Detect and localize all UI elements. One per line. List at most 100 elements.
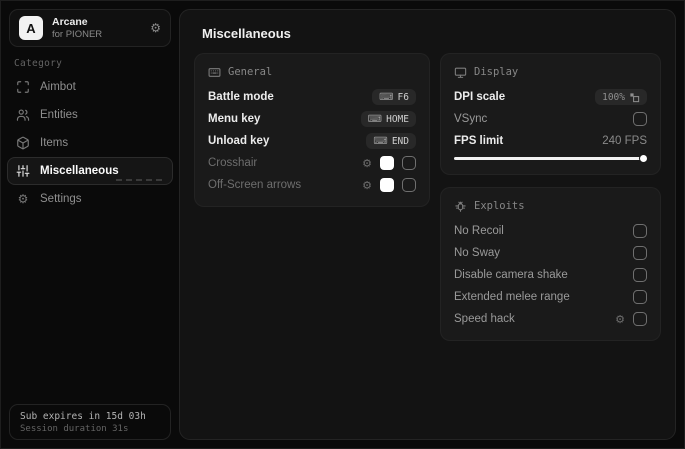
setting-label: DPI scale xyxy=(454,91,506,103)
setting-row-dpi-scale: DPI scale 100% xyxy=(454,86,647,108)
app-meta: Arcane for PIONER xyxy=(52,16,141,41)
keyboard-icon: ⌨ xyxy=(373,135,388,147)
keybind-badge[interactable]: ⌨ END xyxy=(366,133,416,149)
setting-label: Extended melee range xyxy=(454,291,570,303)
keyboard-icon: ⌨ xyxy=(367,113,383,125)
main-panel: Miscellaneous General Battle mode ⌨ F6 M… xyxy=(179,9,676,440)
page-title: Miscellaneous xyxy=(202,26,291,41)
dpi-scale-badge[interactable]: 100% xyxy=(595,89,647,105)
exploits-panel: Exploits No Recoil No Sway Disable camer… xyxy=(440,187,661,341)
sidebar-item-items[interactable]: Items xyxy=(7,129,173,157)
checkbox[interactable] xyxy=(402,178,416,192)
sidebar: A Arcane for PIONER ⚙ Category Aimbot En… xyxy=(1,1,179,448)
setting-row-menu-key: Menu key ⌨ HOME xyxy=(208,108,416,130)
sliders-icon xyxy=(16,164,30,178)
sidebar-item-label: Items xyxy=(40,137,69,149)
setting-label: Battle mode xyxy=(208,91,274,103)
slider-knob[interactable] xyxy=(640,155,647,162)
dpi-scale-value: 100% xyxy=(602,91,625,103)
sidebar-item-label: Miscellaneous xyxy=(40,165,119,177)
app-window: A Arcane for PIONER ⚙ Category Aimbot En… xyxy=(0,0,685,449)
gear-icon[interactable]: ⚙ xyxy=(362,179,372,192)
subscription-info-card: Sub expires in 15d 03h Session duration … xyxy=(9,404,171,440)
gear-icon[interactable]: ⚙ xyxy=(615,313,625,326)
exploits-panel-header: Exploits xyxy=(454,198,647,214)
keyboard-icon xyxy=(208,66,221,79)
display-panel-header: Display xyxy=(454,64,647,80)
checkbox[interactable] xyxy=(633,112,647,126)
app-header-card: A Arcane for PIONER ⚙ xyxy=(9,9,171,47)
setting-label: Off-Screen arrows xyxy=(208,179,302,191)
crosshair-scan-icon xyxy=(16,80,30,94)
sidebar-item-miscellaneous[interactable]: Miscellaneous xyxy=(7,157,173,185)
row-controls: ⚙ xyxy=(362,178,416,192)
keyboard-icon: ⌨ xyxy=(379,91,394,103)
row-controls: ⚙ xyxy=(362,156,416,170)
setting-row-no-sway: No Sway xyxy=(454,242,647,264)
sidebar-item-aimbot[interactable]: Aimbot xyxy=(7,73,173,101)
setting-label: Menu key xyxy=(208,113,261,125)
keybind-value: HOME xyxy=(386,113,409,125)
sidebar-item-entities[interactable]: Entities xyxy=(7,101,173,129)
box-icon xyxy=(16,136,30,150)
color-swatch[interactable] xyxy=(380,178,394,192)
setting-label: Speed hack xyxy=(454,313,515,325)
setting-row-battle-mode: Battle mode ⌨ F6 xyxy=(208,86,416,108)
setting-row-unload-key: Unload key ⌨ END xyxy=(208,130,416,152)
setting-row-extended-melee-range: Extended melee range xyxy=(454,286,647,308)
setting-label: No Sway xyxy=(454,247,501,259)
slider-track xyxy=(454,157,647,160)
setting-label: FPS limit xyxy=(454,135,504,147)
checkbox[interactable] xyxy=(633,290,647,304)
setting-label: Disable camera shake xyxy=(454,269,568,281)
keybind-value: F6 xyxy=(397,91,409,103)
setting-label: Crosshair xyxy=(208,157,258,169)
session-duration-text: Session duration 31s xyxy=(20,423,129,434)
color-swatch[interactable] xyxy=(380,156,394,170)
bug-icon xyxy=(454,200,467,213)
gear-icon[interactable]: ⚙ xyxy=(150,21,161,35)
panel-title: General xyxy=(228,66,273,78)
general-panel: General Battle mode ⌨ F6 Menu key ⌨ HOME xyxy=(194,53,430,207)
keybind-badge[interactable]: ⌨ F6 xyxy=(372,89,416,105)
monitor-icon xyxy=(454,66,467,79)
checkbox[interactable] xyxy=(633,224,647,238)
gear-icon[interactable]: ⚙ xyxy=(362,157,372,170)
scale-icon xyxy=(629,92,640,103)
keybind-badge[interactable]: ⌨ HOME xyxy=(360,111,416,127)
sidebar-item-label: Settings xyxy=(40,193,82,205)
app-logo-letter: A xyxy=(26,20,36,36)
setting-row-disable-camera-shake: Disable camera shake xyxy=(454,264,647,286)
setting-label: No Recoil xyxy=(454,225,504,237)
right-column: Display DPI scale 100% VSync FPS limit 2… xyxy=(440,53,661,341)
panel-title: Exploits xyxy=(474,200,525,212)
setting-row-offscreen-arrows: Off-Screen arrows ⚙ xyxy=(208,174,416,196)
sidebar-item-label: Entities xyxy=(40,109,78,121)
row-controls: ⚙ xyxy=(615,312,647,326)
users-icon xyxy=(16,108,30,122)
sidebar-nav: Aimbot Entities Items Miscellaneous ⚙ Se… xyxy=(7,73,173,213)
general-panel-header: General xyxy=(208,64,416,80)
category-label: Category xyxy=(14,58,63,69)
checkbox[interactable] xyxy=(633,312,647,326)
sidebar-item-label: Aimbot xyxy=(40,81,76,93)
setting-label: Unload key xyxy=(208,135,270,147)
app-name: Arcane xyxy=(52,15,88,28)
keybind-value: END xyxy=(391,135,409,147)
gear-icon: ⚙ xyxy=(17,192,29,206)
checkbox[interactable] xyxy=(633,246,647,260)
setting-label: VSync xyxy=(454,113,488,125)
checkbox[interactable] xyxy=(402,156,416,170)
sub-expiry-text: Sub expires in 15d 03h xyxy=(20,410,146,422)
fps-limit-value: 240 FPS xyxy=(602,135,647,147)
panel-title: Display xyxy=(474,66,519,78)
checkbox[interactable] xyxy=(633,268,647,282)
app-logo: A xyxy=(19,16,43,40)
setting-row-speed-hack: Speed hack ⚙ xyxy=(454,308,647,330)
display-panel: Display DPI scale 100% VSync FPS limit 2… xyxy=(440,53,661,175)
setting-row-vsync: VSync xyxy=(454,108,647,130)
fps-limit-slider[interactable] xyxy=(454,154,647,164)
app-subtitle: for PIONER xyxy=(52,28,103,40)
sidebar-item-settings[interactable]: ⚙ Settings xyxy=(7,185,173,213)
setting-row-no-recoil: No Recoil xyxy=(454,220,647,242)
